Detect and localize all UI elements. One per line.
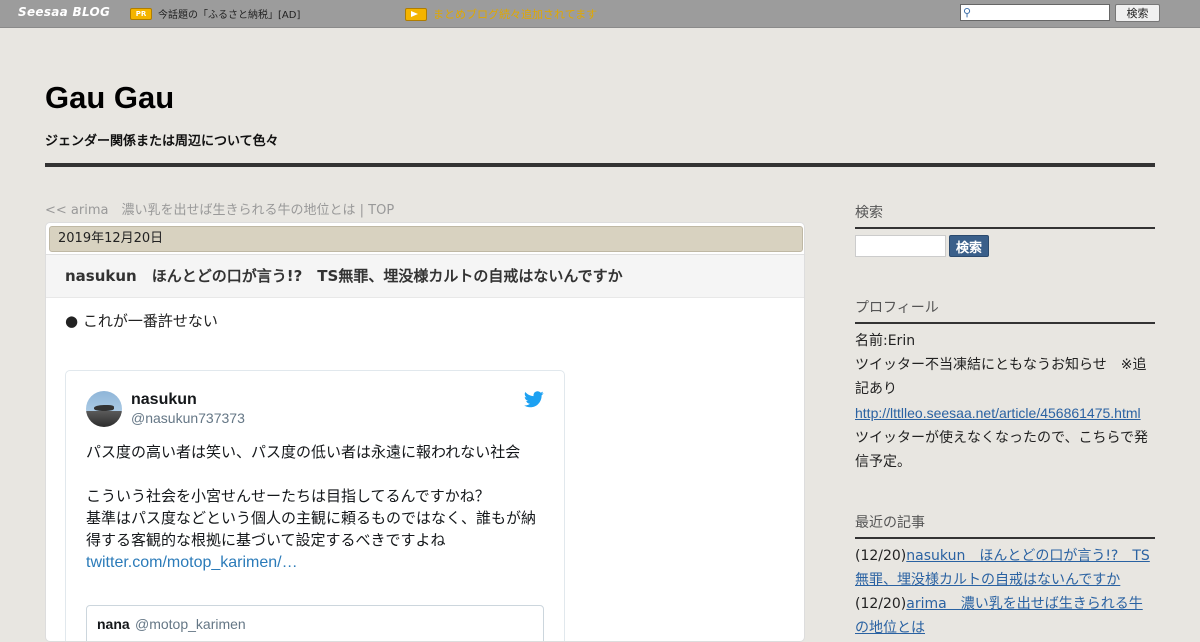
recent-post-date: (12/20) <box>855 548 907 564</box>
article-date: 2019年12月20日 <box>49 226 803 252</box>
tweet-author-name[interactable]: nasukun <box>131 391 197 409</box>
profile-section: 名前:Erin ツイッター不当凍結にともなうお知らせ ※追記あり http://… <box>855 329 1155 474</box>
top-link[interactable]: TOP <box>368 203 394 218</box>
top-bar: Seesaa BLOG PR 今話題の「ふるさと納税」[AD] まとめブログ続々… <box>0 0 1200 28</box>
profile-name: 名前:Erin <box>855 333 916 349</box>
matome-link[interactable]: まとめブログ続々追加されてます <box>433 6 597 22</box>
seesaa-blog-logo[interactable]: Seesaa BLOG <box>18 5 110 19</box>
recent-posts-heading: 最近の記事 <box>855 512 1155 539</box>
recent-post-date: (12/20) <box>855 596 907 612</box>
recent-posts-list: (12/20)nasukun ほんとどの口が言う!? TS無罪、埋没様カルトの自… <box>855 544 1155 640</box>
sidebar-search-input[interactable] <box>855 235 946 257</box>
sidebar-search-heading: 検索 <box>855 202 1155 229</box>
tweet-author-handle[interactable]: @nasukun737373 <box>131 410 245 426</box>
blog-title[interactable]: Gau Gau <box>45 80 174 116</box>
embedded-tweet[interactable]: nasukun @nasukun737373 パス度の高い者は笑い、パス度の低い… <box>65 370 565 641</box>
tweet-line: パス度の高い者は笑い、パス度の低い者は永遠に報われない社会 <box>86 443 521 461</box>
header-divider <box>45 163 1155 167</box>
prev-article-link[interactable]: << arima 濃い乳を出せば生きられる牛の地位とは <box>45 203 355 218</box>
article-container: 2019年12月20日 nasukun ほんとどの口が言う!? TS無罪、埋没様… <box>45 222 805 642</box>
profile-heading: プロフィール <box>855 297 1155 324</box>
blog-subtitle: ジェンダー関係または周辺について色々 <box>45 134 279 149</box>
article-lead-text: ● これが一番許せない <box>65 312 218 330</box>
nav-separator: | <box>355 203 369 218</box>
arrow-icon <box>405 8 427 21</box>
list-item: (12/20)arima 濃い乳を出せば生きられる牛の地位とは <box>855 592 1155 640</box>
twitter-bird-icon[interactable] <box>524 391 544 408</box>
avatar-bird-shape <box>94 405 114 411</box>
search-icon: ⚲ <box>963 6 972 19</box>
article-title-bar: nasukun ほんとどの口が言う!? TS無罪、埋没様カルトの自戒はないんです… <box>46 254 804 298</box>
article-title[interactable]: nasukun ほんとどの口が言う!? TS無罪、埋没様カルトの自戒はないんです… <box>65 265 623 286</box>
tweet-body: パス度の高い者は笑い、パス度の低い者は永遠に報われない社会 こういう社会を小宮せ… <box>86 441 546 574</box>
avatar[interactable] <box>86 391 122 427</box>
top-search-button[interactable]: 検索 <box>1115 4 1160 22</box>
sidebar-search-button[interactable]: 検索 <box>949 235 989 257</box>
pr-badge: PR <box>130 8 152 20</box>
profile-notice: ツイッター不当凍結にともなうお知らせ ※追記あり <box>855 357 1147 397</box>
quoted-tweet[interactable]: nana @motop_karimen <box>86 605 544 641</box>
profile-url-link[interactable]: http://lttlleo.seesaa.net/article/456861… <box>855 405 1141 421</box>
tweet-link[interactable]: twitter.com/motop_karimen/… <box>86 554 298 571</box>
top-search-box[interactable]: ⚲ <box>960 4 1110 21</box>
tweet-line: こういう社会を小宮せんせーたちは目指してるんですかね？ <box>86 487 490 505</box>
profile-note: ツイッターが使えなくなったので、こちらで発信予定。 <box>855 430 1149 470</box>
list-item: (12/20)nasukun ほんとどの口が言う!? TS無罪、埋没様カルトの自… <box>855 544 1155 592</box>
top-search-input[interactable] <box>977 6 1105 19</box>
pr-ad-link[interactable]: 今話題の「ふるさと納税」[AD] <box>158 6 300 21</box>
post-navigation: << arima 濃い乳を出せば生きられる牛の地位とは | TOP <box>45 199 394 218</box>
tweet-line: 基準はパス度などという個人の主観に頼るものではなく、誰もが納得する客観的な根拠に… <box>86 509 537 549</box>
